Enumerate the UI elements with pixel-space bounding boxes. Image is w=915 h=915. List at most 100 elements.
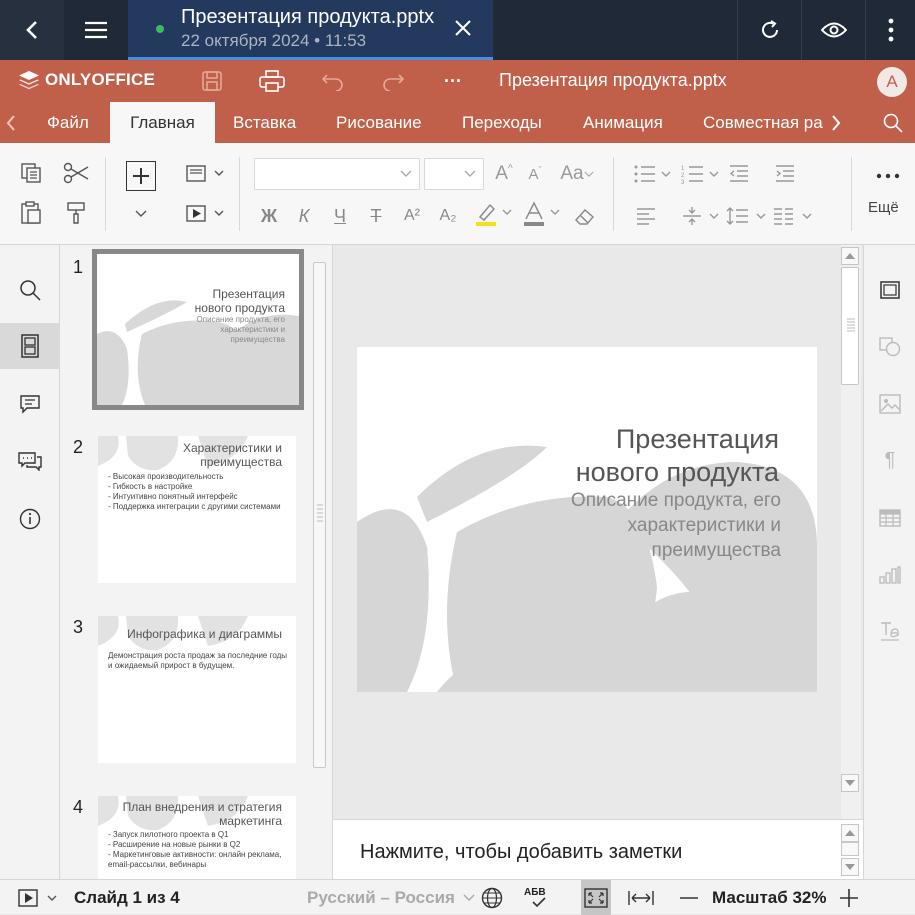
notes-scrollbar[interactable]: [841, 822, 861, 876]
add-slide-dropdown[interactable]: [127, 201, 155, 227]
tab-home[interactable]: Главная: [110, 102, 215, 143]
zoom-out-button[interactable]: [680, 880, 698, 915]
language-select[interactable]: Русский – Россия: [307, 880, 475, 915]
paste-button[interactable]: [17, 200, 45, 226]
thumb-bullet: - Расширение на новые рынки в Q2: [108, 840, 241, 849]
slide-thumbnail-3[interactable]: Инфографика и диаграммы Демонстрация рос…: [98, 616, 296, 763]
zoom-in-button[interactable]: [840, 880, 858, 915]
copy-button[interactable]: [17, 160, 45, 186]
subscript-button[interactable]: A₂: [434, 203, 462, 229]
back-button[interactable]: [0, 0, 64, 60]
add-slide-button[interactable]: [126, 161, 156, 191]
decrease-indent-button[interactable]: [725, 161, 753, 187]
slide-title[interactable]: Презентация нового продукта: [576, 423, 779, 489]
zoom-level[interactable]: Масштаб 32%: [712, 880, 826, 915]
text-art-icon: [881, 622, 899, 641]
hamburger-menu-button[interactable]: [64, 0, 128, 60]
image-settings-button[interactable]: [864, 384, 915, 424]
tabs-scroll-left-button[interactable]: [6, 102, 26, 143]
fit-slide-button[interactable]: [581, 880, 611, 915]
spellcheck-button[interactable]: АБВ: [524, 880, 546, 915]
chart-settings-button[interactable]: [864, 555, 915, 595]
line-spacing-button[interactable]: [725, 203, 769, 229]
tab-collaboration[interactable]: Совместная ра: [703, 102, 827, 143]
slide-editing-area[interactable]: Презентация нового продукта Описание прод…: [333, 245, 863, 819]
text-art-settings-button[interactable]: [864, 611, 915, 651]
tab-insert[interactable]: Вставка: [233, 102, 296, 143]
document-tab[interactable]: Презентация продукта.pptx 22 октября 202…: [128, 0, 493, 60]
columns-button[interactable]: [771, 203, 815, 229]
increase-font-button[interactable]: A^: [490, 161, 518, 187]
slide-layout-button[interactable]: [184, 161, 228, 187]
sidebar-slides-button[interactable]: [0, 323, 60, 369]
notes-scroll-down-button[interactable]: [841, 858, 859, 876]
notes-scroll-up-button[interactable]: [841, 824, 859, 842]
numbering-button[interactable]: 123: [680, 161, 724, 187]
slide-vertical-scrollbar[interactable]: [841, 245, 861, 819]
clear-format-button[interactable]: [571, 203, 599, 229]
scroll-up-button[interactable]: [841, 247, 859, 265]
sidebar-search-button[interactable]: [0, 267, 60, 313]
tabs-scroll-right-button[interactable]: [831, 102, 847, 143]
view-mode-button[interactable]: [801, 0, 865, 60]
table-settings-button[interactable]: [864, 498, 915, 538]
shape-settings-button[interactable]: [864, 327, 915, 367]
align-left-button[interactable]: [632, 203, 660, 229]
close-icon[interactable]: [453, 18, 473, 38]
search-button[interactable]: [883, 102, 903, 143]
sidebar-comments-button[interactable]: [0, 381, 60, 427]
fit-width-button[interactable]: [628, 880, 654, 915]
tab-animation[interactable]: Анимация: [583, 102, 663, 143]
sidebar-info-button[interactable]: [0, 496, 60, 542]
more-toolbar-button[interactable]: [874, 163, 902, 189]
bullets-button[interactable]: [632, 161, 676, 187]
slide-settings-button[interactable]: [864, 270, 915, 310]
notes-placeholder[interactable]: Нажмите, чтобы добавить заметки: [360, 841, 682, 864]
fit-slide-icon: [584, 887, 608, 908]
strikethrough-button[interactable]: Т: [362, 203, 390, 229]
scroll-down-button[interactable]: [841, 774, 859, 792]
superscript-button[interactable]: A²: [398, 203, 426, 229]
print-button[interactable]: [259, 69, 285, 93]
slide-counter[interactable]: Слайд 1 из 4: [74, 880, 180, 915]
slide-thumbnail-2[interactable]: Характеристики и преимущества - Высокая п…: [98, 436, 296, 583]
scrollbar-thumb[interactable]: [841, 267, 859, 385]
highlight-color-button[interactable]: [472, 201, 516, 227]
redo-button[interactable]: [380, 69, 406, 93]
undo-button[interactable]: [320, 69, 346, 93]
reload-button[interactable]: [737, 0, 801, 60]
user-avatar[interactable]: A: [877, 67, 907, 97]
slide-subtitle[interactable]: Описание продукта, его характеристики и пр…: [571, 488, 781, 563]
triangle-up-icon: [845, 253, 855, 259]
tab-file[interactable]: Файл: [47, 102, 89, 143]
save-button[interactable]: [199, 69, 225, 93]
italic-button[interactable]: К: [290, 203, 318, 229]
cut-button[interactable]: [62, 160, 90, 186]
increase-indent-button[interactable]: [771, 161, 799, 187]
format-painter-button[interactable]: [62, 200, 90, 226]
font-color-button[interactable]: [520, 201, 564, 227]
tab-draw[interactable]: Рисование: [336, 102, 422, 143]
underline-button[interactable]: Ч: [326, 203, 354, 229]
bold-button[interactable]: Ж: [255, 203, 283, 229]
current-slide[interactable]: Презентация нового продукта Описание прод…: [357, 347, 817, 692]
slideshow-menu-button[interactable]: [18, 880, 58, 915]
thumbnails-scrollbar[interactable]: [313, 262, 326, 768]
change-case-button[interactable]: Aa: [556, 161, 598, 187]
notes-scrollbar-thumb[interactable]: [841, 842, 859, 856]
more-actions-button[interactable]: ···: [440, 69, 466, 93]
decrease-font-button[interactable]: Aˇ: [521, 161, 549, 187]
thumb-bullet: - Интуитивно понятный интерфейс: [108, 492, 238, 501]
slide-thumbnail-4[interactable]: План внедрения и стратегия маркетинга - З…: [98, 796, 296, 879]
font-family-select[interactable]: [254, 158, 420, 190]
notes-area[interactable]: Нажмите, чтобы добавить заметки: [333, 819, 863, 879]
vertical-align-button[interactable]: [680, 203, 724, 229]
tab-transitions[interactable]: Переходы: [462, 102, 542, 143]
slide-thumbnail-1[interactable]: Презентация нового продукта Описание прод…: [92, 249, 304, 410]
start-slideshow-button[interactable]: [184, 201, 228, 227]
doc-language-button[interactable]: [481, 880, 503, 915]
paragraph-settings-button[interactable]: ¶: [864, 440, 915, 480]
sidebar-chat-button[interactable]: [0, 438, 60, 484]
font-size-select[interactable]: [424, 158, 484, 190]
more-options-button[interactable]: [865, 0, 915, 60]
